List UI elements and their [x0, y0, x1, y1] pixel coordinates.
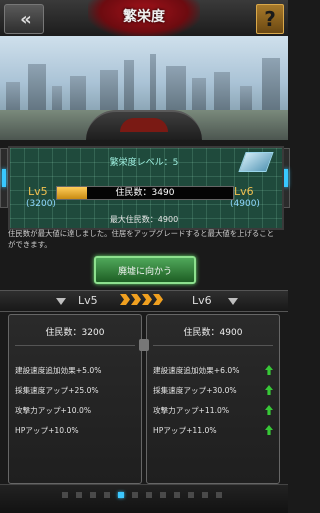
- next-population: 住民数：4900: [183, 328, 243, 338]
- residents-count: 住民数：3490: [115, 188, 175, 198]
- page-dot[interactable]: [216, 492, 222, 498]
- help-button[interactable]: ?: [256, 4, 284, 34]
- compare-current-level: Lv5: [78, 294, 98, 307]
- current-level-label: Lv5: [28, 185, 48, 198]
- residents-progress-bar: 住民数：3490: [56, 186, 234, 200]
- compare-next-level: Lv6: [192, 294, 212, 307]
- prosperity-level-title: 繁栄度レベル：5: [109, 158, 179, 168]
- arrow-up-icon: [265, 405, 273, 415]
- stat-line: 採集速度アップ+25.0%: [15, 386, 99, 395]
- page-dot[interactable]: [188, 492, 194, 498]
- next-level-label: Lv6: [234, 185, 254, 198]
- city-illustration: [0, 36, 288, 140]
- double-chevron-left-icon: «: [20, 8, 31, 30]
- arrows-right-icon: [120, 294, 164, 305]
- stat-line: 建設速度追加効果+5.0%: [15, 366, 102, 375]
- stat-line: 攻撃力アップ+11.0%: [153, 406, 230, 415]
- arrow-up-icon: [265, 425, 273, 435]
- page-dot[interactable]: [132, 492, 138, 498]
- stat-line: 攻撃力アップ+10.0%: [15, 406, 92, 415]
- next-level-stats: 住民数：4900 建設速度追加効果+6.0% 採集速度アップ+30.0% 攻撃力…: [146, 314, 280, 484]
- vehicle-hood-image: [86, 110, 202, 140]
- info-note: 住民数が最大値に達しました。住居をアップグレードすると最大値を上げることができま…: [8, 229, 275, 249]
- max-residents-label: 最大住民数：4900: [109, 215, 179, 224]
- frame-left: [0, 148, 8, 208]
- stat-line: 建設速度追加効果+6.0%: [153, 366, 240, 375]
- page-title: 繁栄度: [123, 9, 165, 25]
- current-level-stats: 住民数：3200 建設速度追加効果+5.0% 採集速度アップ+25.0% 攻撃力…: [8, 314, 142, 484]
- panel-divider-knob: [139, 339, 149, 351]
- current-population: 住民数：3200: [45, 328, 105, 338]
- next-level-threshold: (4900): [230, 199, 260, 209]
- question-mark-icon: ?: [264, 7, 276, 31]
- stat-line: HPアップ+10.0%: [15, 426, 79, 435]
- stat-line: 採集速度アップ+30.0%: [153, 386, 237, 395]
- arrow-up-icon: [265, 385, 273, 395]
- go-to-ruins-button[interactable]: 廃墟に向かう: [94, 256, 196, 284]
- arrow-up-icon: [265, 365, 273, 375]
- page-dot[interactable]: [90, 492, 96, 498]
- back-button[interactable]: «: [4, 4, 44, 34]
- page-dot[interactable]: [104, 492, 110, 498]
- page-dot[interactable]: [160, 492, 166, 498]
- page-indicator-bar: [0, 484, 288, 513]
- page-dot[interactable]: [76, 492, 82, 498]
- current-level-threshold: (3200): [26, 199, 56, 209]
- page-dot[interactable]: [202, 492, 208, 498]
- page-dot-active[interactable]: [118, 492, 124, 498]
- page-dot[interactable]: [62, 492, 68, 498]
- page-dot[interactable]: [146, 492, 152, 498]
- page-dot[interactable]: [174, 492, 180, 498]
- stat-line: HPアップ+11.0%: [153, 426, 217, 435]
